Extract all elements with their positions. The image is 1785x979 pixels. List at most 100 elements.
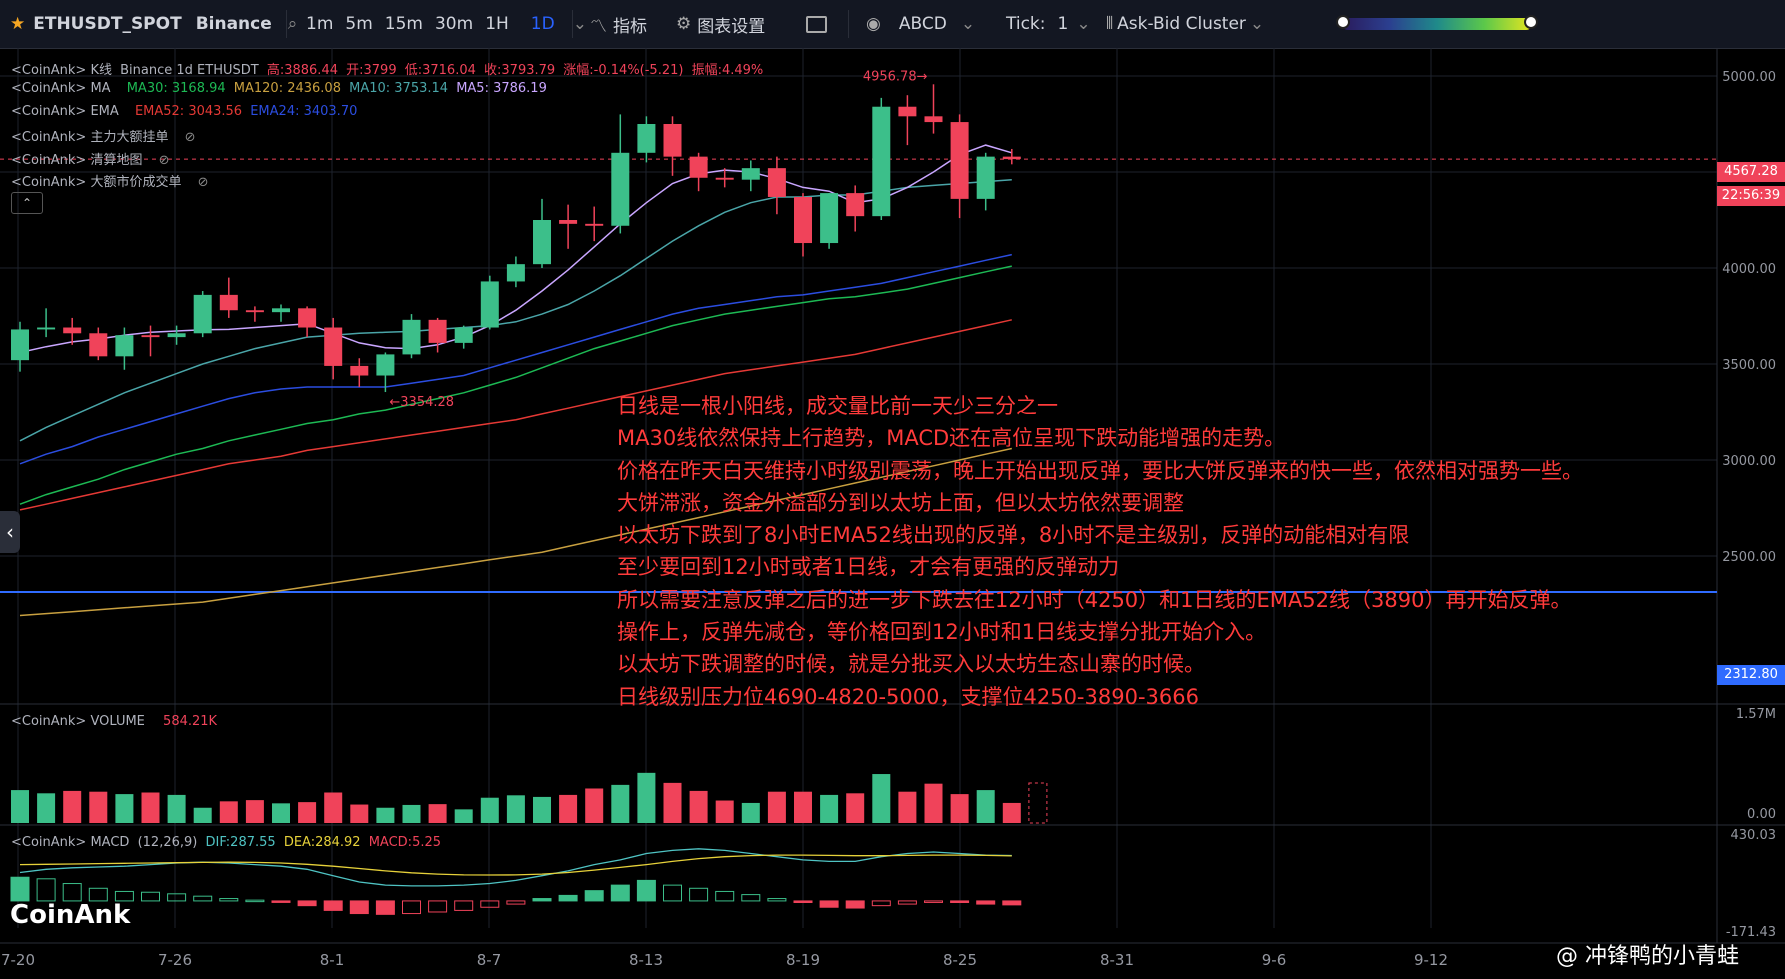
x-tick-label: 8-13 [629,951,663,969]
abcd-label: ABCD [898,14,947,34]
candle-body [506,264,525,282]
macd-bar [793,900,813,904]
heat-gradient-bar[interactable] [1336,15,1538,30]
legend-big-orders-label: <CoinAnk> 主力大额挂单 [11,130,169,145]
tick-dropdown[interactable]: Tick: 1 ⌄ [1006,0,1091,48]
eye-icon: ◉ [866,14,881,34]
candle-body [402,319,421,355]
eye-slash-icon[interactable]: ⊘ [185,130,196,145]
macd-bar [636,879,656,902]
star-icon[interactable]: ★ [10,14,25,34]
y-tick-label: 3000.00 [1722,454,1776,469]
volume-bar [741,802,760,823]
candle-body [950,122,969,199]
macd-bar [610,884,630,902]
legend-macd-params: (12,26,9) [137,835,198,850]
indicator-icon: 〽 [590,16,607,37]
volume-bar [533,796,551,823]
eye-slash-icon[interactable]: ⊘ [159,153,170,168]
abcd-dropdown[interactable]: ◉ ABCD ⌄ [866,0,975,48]
slider-handle-right[interactable] [1524,15,1538,29]
tf-5m[interactable]: 5m [345,14,372,34]
candle-body [376,354,395,376]
legend-ema: <CoinAnk> EMA EMA52: 3043.56 EMA24: 3403… [11,104,361,119]
side-collapse-arrow[interactable]: ‹ [0,511,20,553]
candle-body [324,327,343,366]
macd-bar [897,900,917,905]
eye-slash-icon[interactable]: ⊘ [198,175,209,190]
legend-big-trades[interactable]: <CoinAnk> 大额市价成交单 ⊘ [11,171,213,190]
candle-body [533,220,551,265]
candle-body [454,327,473,343]
tf-1d[interactable]: 1D [531,14,555,34]
slider-handle-left[interactable] [1336,15,1350,29]
symbol-group[interactable]: ★ ETHUSDT_SPOT Binance ⌕ [10,0,297,48]
y-tick-label: 4000.00 [1722,262,1776,277]
symbol-label[interactable]: ETHUSDT_SPOT [33,14,181,34]
volume-bar [585,788,604,823]
volume-bar [272,803,290,823]
tf-1m[interactable]: 1m [306,14,333,34]
legend-macd-value: MACD:5.25 [368,835,442,850]
search-icon[interactable]: ⌕ [288,14,298,34]
macd-pane [10,848,1022,915]
macd-bar [663,884,682,902]
legend-kline-prefix: <CoinAnk> K线 [11,63,112,78]
legend-kline-desc: Binance 1d ETHUSDT [120,63,259,78]
indicators-button[interactable]: 〽 指标 [590,0,647,48]
macd-bar [375,900,395,915]
macd-tick-label: 430.03 [1731,828,1777,843]
legend-ema-prefix: <CoinAnk> EMA [11,104,119,119]
note-line: MA30线依然保持上行趋势，MACD还在高位呈现下跌动能增强的走势。 [617,426,1286,451]
legend-liq-map[interactable]: <CoinAnk> 清算地图 ⊘ [11,149,174,168]
candle-body [689,156,708,178]
volume-bar [611,784,630,823]
y-tick-label: 5000.00 [1722,70,1776,85]
y-tick-label: 3500.00 [1722,358,1776,373]
volume-bar [245,800,264,823]
macd-bar [558,894,578,902]
macd-bar [402,900,421,915]
candle-body [219,294,238,311]
candle-body [846,193,865,217]
chevron-down-icon[interactable]: ⌄ [573,14,587,34]
volume-tick-label: 1.57M [1736,707,1776,722]
volume-bar [1002,802,1021,823]
low-annotation: ←3354.28 [389,395,454,410]
cluster-icon: ⫴ [1106,14,1114,34]
tf-30m[interactable]: 30m [435,14,473,34]
macd-bar [1002,900,1022,906]
hline-price-tag: 2312.80 [1717,665,1785,685]
candle-body [611,152,630,226]
volume-bar [559,794,578,823]
candle-body [37,327,56,330]
x-tick-label: 7-26 [158,951,192,969]
collapse-legend-button[interactable]: ⌃ [11,192,43,214]
legend-big-orders[interactable]: <CoinAnk> 主力大额挂单 ⊘ [11,126,200,145]
volume-bar [454,809,473,823]
macd-bar [454,900,474,911]
candle-body [585,223,604,226]
chart-settings-button[interactable]: ⚙ 图表设置 [676,0,765,48]
exchange-label[interactable]: Binance [196,14,272,34]
timeframe-group: 1m 5m 15m 30m 1H 1D ⌄ [306,0,587,48]
macd-bar [976,900,996,905]
note-line: 以太坊下跌到了8小时EMA52线出现的反弹，8小时不是主级别，反弹的动能相对有限 [617,523,1410,548]
macd-bar [819,900,839,908]
volume-bar [506,795,525,823]
x-tick-label: 9-6 [1262,951,1287,969]
heat-slider[interactable] [1336,0,1538,48]
cluster-dropdown[interactable]: ⫴ Ask-Bid Cluster ⌄ [1106,0,1264,48]
note-line: 日线级别压力位4690-4820-5000，支撑位4250-3890-3666 [617,684,1199,709]
volume-bar [767,791,786,823]
fullscreen-button[interactable] [806,0,827,48]
macd-bar [62,883,82,902]
legend-kline-low: 低:3716.04 [404,63,476,78]
tf-15m[interactable]: 15m [385,14,423,34]
volume-bar [976,790,995,823]
tf-1h[interactable]: 1H [485,14,509,34]
candle-body [167,333,186,338]
analysis-notes: 日线是一根小阳线，成交量比前一天少三分之一 MA30线依然保持上行趋势，MACD… [617,390,1583,713]
macd-bar [506,900,526,905]
macd-bar [36,878,56,902]
